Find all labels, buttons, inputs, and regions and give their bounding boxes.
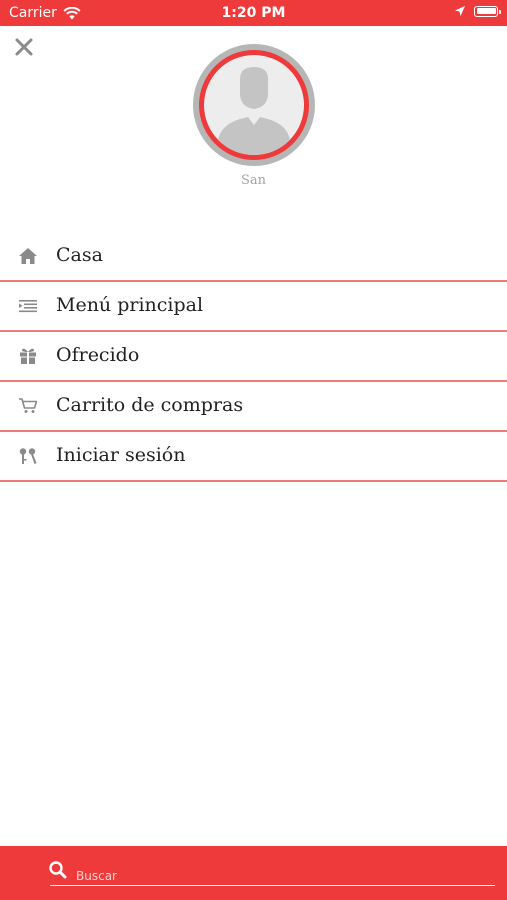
search-underline [50, 885, 495, 886]
avatar-image [204, 55, 304, 155]
menu-list-icon [19, 300, 37, 313]
menu-item-label: Casa [56, 244, 103, 266]
login-keys-icon [19, 448, 37, 464]
close-button[interactable] [12, 35, 36, 59]
close-icon [15, 38, 33, 56]
menu-item-label: Menú principal [56, 294, 204, 316]
status-time: 1:20 PM [221, 5, 286, 21]
side-menu: Casa Menú principal Ofrecido Carrito de … [0, 232, 507, 482]
status-bar: Carrier 1:20 PM [0, 0, 507, 26]
location-arrow-icon [455, 6, 465, 16]
menu-item-label: Ofrecido [56, 344, 140, 366]
menu-item-carrito[interactable]: Carrito de compras [0, 382, 507, 432]
menu-item-casa[interactable]: Casa [0, 232, 507, 282]
menu-item-iniciar-sesion[interactable]: Iniciar sesión [0, 432, 507, 482]
menu-item-label: Carrito de compras [56, 394, 244, 416]
home-icon [19, 248, 37, 264]
battery-icon [474, 5, 501, 17]
search-icon [49, 861, 67, 879]
menu-item-ofrecido[interactable]: Ofrecido [0, 332, 507, 382]
menu-item-label: Iniciar sesión [56, 444, 186, 466]
avatar[interactable] [193, 44, 315, 166]
avatar-ring [199, 50, 309, 160]
search-input[interactable] [76, 867, 494, 885]
menu-item-menu-principal[interactable]: Menú principal [0, 282, 507, 332]
user-silhouette-icon [218, 67, 290, 155]
status-right [454, 5, 501, 17]
cart-icon [19, 398, 38, 413]
search-bar [0, 846, 507, 900]
gift-icon [20, 348, 36, 364]
username-label: San [240, 173, 267, 188]
